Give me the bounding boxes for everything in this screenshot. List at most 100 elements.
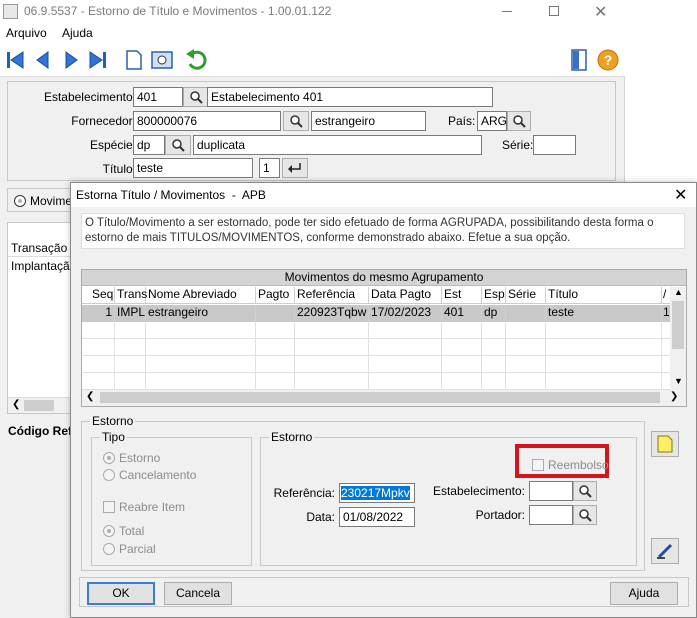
edit-button[interactable]: [651, 538, 679, 564]
radio-icon: [103, 543, 115, 555]
prev-record-icon[interactable]: [32, 49, 54, 71]
cell-pagto: [256, 305, 295, 322]
cell-data-pagto: 17/02/2023: [369, 305, 442, 322]
document-icon[interactable]: [123, 49, 145, 71]
estorno-group-title: Estorno: [90, 414, 136, 428]
especie-code-input[interactable]: dp: [133, 135, 165, 155]
dialog-close-icon[interactable]: ✕: [674, 185, 687, 205]
estab-input[interactable]: [529, 481, 573, 501]
grid-vscroll[interactable]: ▲ ▼: [670, 287, 686, 390]
fornec-name-input[interactable]: estrangeiro: [311, 111, 426, 131]
cell-trans: IMPL: [115, 305, 146, 322]
pais-label: País:: [448, 114, 476, 128]
col-serie[interactable]: Série: [506, 287, 546, 303]
hscroll-thumb[interactable]: [100, 392, 660, 403]
fornec-code-input[interactable]: 800000076: [133, 111, 281, 131]
col-referencia[interactable]: Referência: [295, 287, 369, 303]
portador-input[interactable]: [529, 505, 573, 525]
help-icon[interactable]: ?: [596, 48, 620, 72]
next-record-icon[interactable]: [60, 49, 82, 71]
search-icon: [172, 139, 185, 152]
dialog-footer: OK Cancela Ajuda: [79, 577, 689, 607]
pen-icon: [657, 543, 673, 559]
close-icon[interactable]: ✕: [594, 2, 607, 22]
list-item[interactable]: Implantação: [8, 259, 78, 275]
scroll-left-icon[interactable]: ❮: [12, 399, 20, 410]
minimize-icon[interactable]: [502, 11, 512, 12]
search-icon: [190, 91, 203, 104]
grid-hscroll[interactable]: ❮ ❯: [82, 390, 686, 406]
new-note-button[interactable]: [651, 431, 679, 457]
table-row[interactable]: 1 IMPL estrangeiro 220923Tqbw 17/02/2023…: [82, 305, 670, 322]
scroll-left-icon[interactable]: ❮: [86, 391, 94, 402]
col-titulo[interactable]: Título: [546, 287, 662, 303]
estab-zoom-button[interactable]: [573, 481, 597, 501]
search-icon: [579, 509, 592, 522]
radio-cancel-label: Cancelamento: [119, 468, 197, 482]
scroll-right-icon[interactable]: ❯: [670, 391, 678, 402]
pais-search-button[interactable]: [507, 111, 531, 131]
list-hscroll[interactable]: ❮: [8, 397, 78, 413]
titulo-input[interactable]: teste: [133, 158, 253, 178]
col-esp[interactable]: Esp: [482, 287, 506, 303]
data-input[interactable]: 01/08/2022: [339, 507, 415, 527]
estab-code-input[interactable]: 401: [133, 87, 183, 107]
radio-estorno-label: Estorno: [119, 451, 161, 465]
menu-ajuda[interactable]: Ajuda: [62, 26, 93, 40]
checkbox-icon: [532, 459, 544, 471]
exit-door-icon[interactable]: [568, 48, 590, 72]
reembolso-label: Reembolso: [548, 458, 609, 472]
scroll-down-icon[interactable]: ▼: [674, 376, 683, 386]
reabre-checkbox[interactable]: Reabre Item: [103, 500, 185, 514]
portador-label: Portador:: [475, 508, 525, 522]
cell-est: 401: [442, 305, 482, 322]
grid-body-lines: [82, 322, 670, 390]
list-header: Transação: [8, 241, 78, 257]
pais-input[interactable]: ARG: [477, 111, 507, 131]
radio-icon: [14, 195, 26, 207]
cancela-button[interactable]: Cancela: [164, 582, 232, 605]
title-bar: 06.9.5537 - Estorno de Título e Moviment…: [0, 0, 625, 23]
first-record-icon[interactable]: [4, 49, 26, 71]
estab-name-input[interactable]: Estabelecimento 401: [207, 87, 493, 107]
menu-arquivo[interactable]: Arquivo: [6, 26, 47, 40]
radio-icon: [103, 469, 115, 481]
serie-label: Série:: [502, 138, 534, 152]
parcela-input[interactable]: 1: [259, 158, 280, 178]
ref-input[interactable]: 230217Mpkv: [339, 483, 415, 503]
info-text: O Título/Movimento a ser estornado, pode…: [81, 213, 685, 249]
estab-search-button[interactable]: [183, 87, 209, 107]
enter-button[interactable]: [282, 158, 308, 178]
undo-icon[interactable]: [184, 48, 208, 72]
col-trans[interactable]: Trans: [115, 287, 147, 303]
titulo-label: Título:: [102, 162, 136, 176]
col-est[interactable]: Est: [442, 287, 482, 303]
col-pagto[interactable]: Pagto: [256, 287, 295, 303]
serie-input[interactable]: [533, 135, 576, 155]
col-parcela[interactable]: /: [662, 287, 670, 303]
scroll-thumb[interactable]: [672, 301, 684, 349]
especie-name-input[interactable]: duplicata: [193, 135, 482, 155]
last-record-icon[interactable]: [87, 49, 109, 71]
ajuda-button[interactable]: Ajuda: [610, 582, 678, 605]
search-zoom-icon[interactable]: [150, 49, 174, 71]
fornec-search-button[interactable]: [283, 111, 309, 131]
radio-parcial[interactable]: Parcial: [103, 542, 156, 556]
portador-zoom-button[interactable]: [573, 505, 597, 525]
radio-estorno[interactable]: Estorno: [103, 451, 160, 465]
radio-total[interactable]: Total: [103, 524, 144, 538]
reembolso-checkbox[interactable]: Reembolso: [532, 458, 609, 472]
col-nome[interactable]: Nome Abreviado: [146, 287, 256, 303]
radio-movimentos[interactable]: Movimen: [7, 188, 77, 212]
ok-button[interactable]: OK: [87, 582, 155, 605]
maximize-icon[interactable]: [549, 6, 559, 16]
checkbox-icon: [103, 501, 115, 513]
menu-bar: Arquivo Ajuda: [0, 23, 625, 44]
col-seq[interactable]: Seq: [82, 287, 115, 303]
especie-search-button[interactable]: [165, 135, 191, 155]
cell-referencia: 220923Tqbw: [295, 305, 369, 322]
estab-label: Estabelecimento:: [43, 90, 136, 104]
col-data-pagto[interactable]: Data Pagto: [369, 287, 442, 303]
scroll-up-icon[interactable]: ▲: [674, 287, 683, 297]
radio-cancelamento[interactable]: Cancelamento: [103, 468, 196, 482]
